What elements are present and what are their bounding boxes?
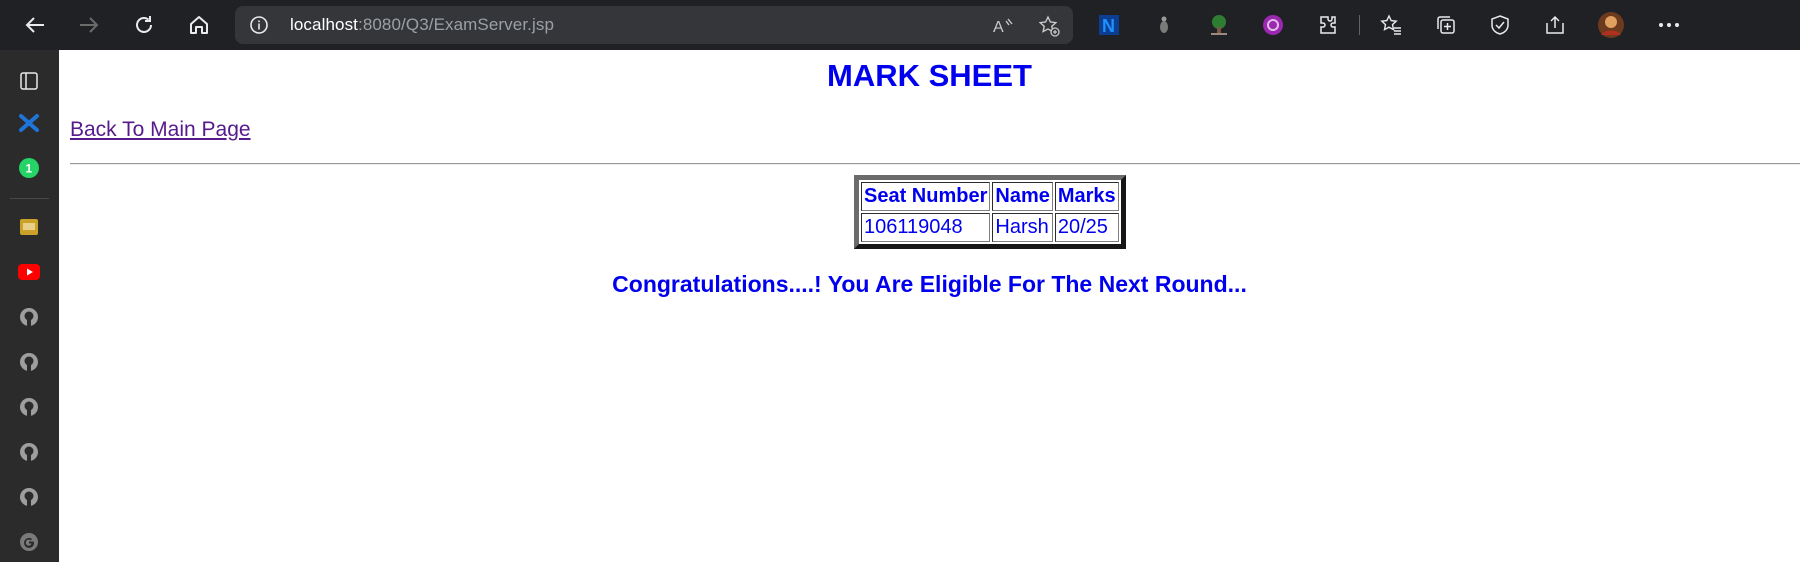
cell-name: Harsh <box>992 213 1053 242</box>
browser-toolbar: localhost:8080/Q3/ExamServer.jsp A N <box>0 0 1800 50</box>
google-icon[interactable] <box>17 530 41 554</box>
add-favorite-icon[interactable] <box>1036 13 1062 39</box>
collections-icon[interactable] <box>1430 9 1462 41</box>
horizontal-rule <box>70 163 1800 165</box>
result-message: Congratulations....! You Are Eligible Fo… <box>612 271 1247 297</box>
page-title: MARK SHEET <box>827 58 1032 93</box>
address-bar[interactable]: localhost:8080/Q3/ExamServer.jsp A <box>235 6 1073 44</box>
header-seat-number: Seat Number <box>861 182 991 211</box>
cell-marks: 20/25 <box>1054 213 1119 242</box>
sidebar-divider <box>10 198 49 199</box>
more-menu-icon[interactable] <box>1653 9 1685 41</box>
github-icon[interactable] <box>17 350 41 374</box>
forward-arrow-icon[interactable] <box>71 7 107 43</box>
header-name: Name <box>992 182 1053 211</box>
back-to-main-link[interactable]: Back To Main Page <box>70 118 251 142</box>
github-icon[interactable] <box>17 395 41 419</box>
github-icon[interactable] <box>17 440 41 464</box>
home-icon[interactable] <box>181 7 217 43</box>
youtube-icon[interactable] <box>17 260 41 284</box>
page-content: MARK SHEET Back To Main Page Seat Number… <box>59 50 1800 562</box>
profile-avatar[interactable] <box>1595 9 1627 41</box>
github-icon[interactable] <box>17 305 41 329</box>
svg-text:N: N <box>1102 16 1115 36</box>
yellow-app-icon[interactable] <box>17 215 41 239</box>
github-icon[interactable] <box>17 485 41 509</box>
blue-x-extension-icon[interactable] <box>17 111 41 135</box>
mark-sheet-table: Seat Number Name Marks 106119048 Harsh 2… <box>854 175 1126 249</box>
refresh-icon[interactable] <box>126 7 162 43</box>
tree-extension-icon[interactable] <box>1203 9 1235 41</box>
cell-seat-number: 106119048 <box>861 213 991 242</box>
grey-extension-icon[interactable] <box>1148 9 1180 41</box>
url-host: localhost <box>290 15 358 34</box>
whatsapp-badge-count: 1 <box>26 162 33 176</box>
extensions-puzzle-icon[interactable] <box>1312 9 1344 41</box>
favorites-icon[interactable] <box>1375 9 1407 41</box>
url-text[interactable]: localhost:8080/Q3/ExamServer.jsp <box>290 15 554 35</box>
purple-extension-icon[interactable] <box>1257 9 1289 41</box>
table-header-row: Seat Number Name Marks <box>861 182 1119 211</box>
back-arrow-icon[interactable] <box>17 7 53 43</box>
toolbar-divider <box>1359 15 1360 35</box>
header-marks: Marks <box>1054 182 1119 211</box>
whatsapp-icon[interactable]: 1 <box>17 156 41 180</box>
browser-essentials-icon[interactable] <box>1484 9 1516 41</box>
browser-sidebar: 1 <box>0 50 59 562</box>
share-icon[interactable] <box>1539 9 1571 41</box>
tab-actions-icon[interactable] <box>17 69 41 93</box>
url-path: :8080/Q3/ExamServer.jsp <box>358 15 555 34</box>
read-aloud-icon[interactable]: A <box>990 13 1016 39</box>
notion-extension-icon[interactable]: N <box>1093 9 1125 41</box>
site-info-icon[interactable] <box>249 15 269 35</box>
svg-text:A: A <box>993 19 1004 36</box>
table-row: 106119048 Harsh 20/25 <box>861 213 1119 242</box>
